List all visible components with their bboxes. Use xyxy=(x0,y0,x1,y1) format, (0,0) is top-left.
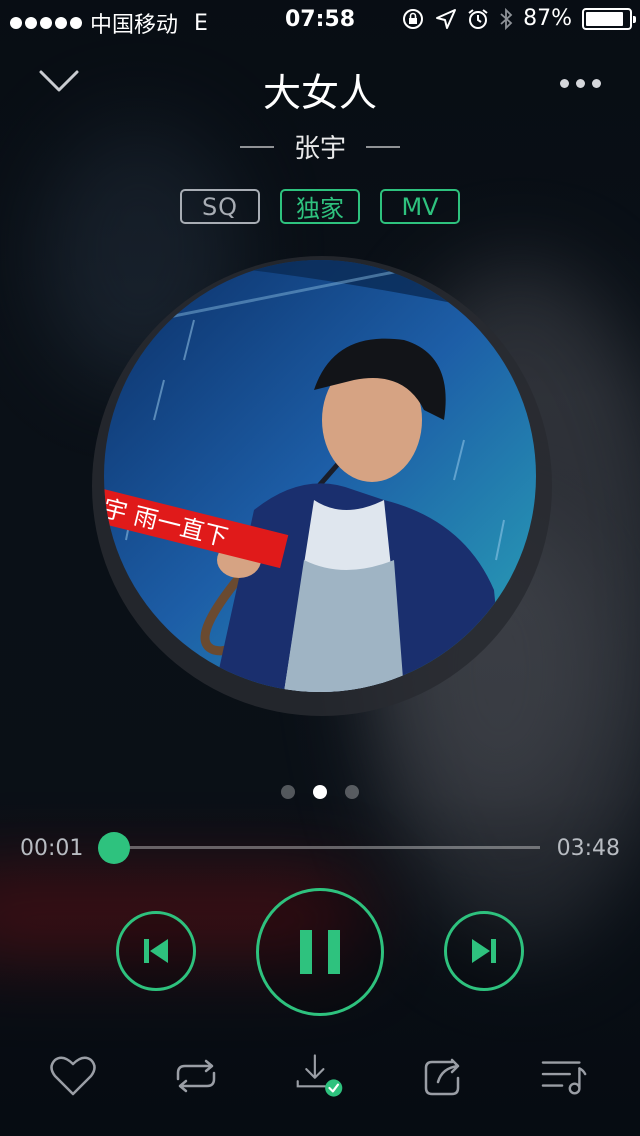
current-time: 00:01 xyxy=(20,836,84,861)
repeat-button[interactable] xyxy=(172,1052,220,1100)
repeat-icon xyxy=(176,1059,216,1093)
playlist-button[interactable] xyxy=(541,1052,589,1100)
chevron-down-icon xyxy=(39,70,79,92)
next-button[interactable] xyxy=(444,911,524,991)
pause-icon xyxy=(300,930,340,974)
previous-button[interactable] xyxy=(116,911,196,991)
divider xyxy=(366,145,400,148)
bluetooth-icon xyxy=(500,7,513,30)
skip-previous-icon xyxy=(144,939,168,963)
skip-next-icon xyxy=(472,939,496,963)
collapse-button[interactable] xyxy=(38,66,80,96)
heart-icon xyxy=(50,1056,96,1096)
artist-name[interactable]: 张宇 xyxy=(294,128,346,165)
battery-percent: 87% xyxy=(523,6,572,31)
song-title: 大女人 xyxy=(262,71,377,115)
page-dot[interactable] xyxy=(281,785,295,799)
pause-button[interactable] xyxy=(256,888,384,1016)
location-arrow-icon xyxy=(436,8,457,29)
battery-icon xyxy=(582,7,636,30)
page-dot[interactable] xyxy=(345,785,359,799)
share-button[interactable] xyxy=(420,1052,468,1100)
album-cover[interactable]: 宇 雨一直下 xyxy=(104,260,536,692)
sq-badge[interactable]: SQ xyxy=(180,189,260,224)
divider xyxy=(239,145,274,148)
quality-tags: SQ 独家 MV xyxy=(0,189,640,224)
orientation-lock-icon xyxy=(403,8,424,29)
progress-track[interactable] xyxy=(114,846,540,849)
share-icon xyxy=(424,1058,460,1096)
playlist-icon xyxy=(541,1061,587,1095)
page-indicator[interactable] xyxy=(0,785,640,799)
download-button[interactable] xyxy=(296,1052,344,1100)
status-bar: 中国移动 E 07:58 87% xyxy=(0,0,640,40)
download-done-icon xyxy=(296,1054,343,1097)
alarm-icon xyxy=(468,8,488,29)
mv-button[interactable]: MV xyxy=(380,189,460,224)
artist-row: 张宇 xyxy=(0,128,640,165)
exclusive-badge: 独家 xyxy=(280,189,360,224)
more-dots-icon xyxy=(560,78,569,88)
favorite-button[interactable] xyxy=(49,1052,97,1100)
page-dot[interactable] xyxy=(313,785,327,799)
progress-thumb[interactable] xyxy=(98,832,130,864)
more-button[interactable] xyxy=(560,76,602,90)
total-time: 03:48 xyxy=(556,836,620,861)
